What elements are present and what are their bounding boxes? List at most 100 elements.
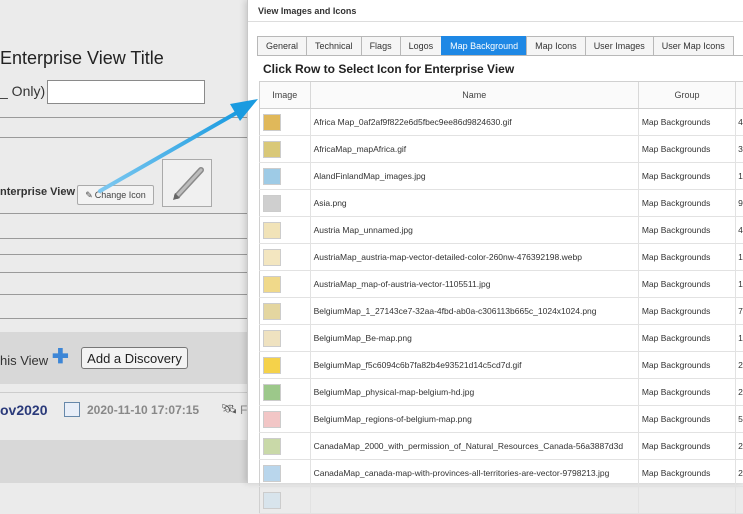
group-cell[interactable]: Map Backgrounds: [637, 190, 735, 216]
column-header-name[interactable]: Name: [309, 82, 638, 108]
table-row[interactable]: AlandFinlandMap_images.jpg Map Background…: [259, 163, 743, 190]
group-cell[interactable]: Map Backgrounds: [637, 244, 735, 270]
image-cell[interactable]: [259, 136, 310, 162]
column-header-image[interactable]: Image: [259, 82, 310, 108]
map-thumbnail-icon: [263, 329, 281, 347]
image-cell[interactable]: [259, 406, 310, 432]
group-cell[interactable]: Map Backgrounds: [637, 379, 735, 405]
extra-cell[interactable]: 7: [735, 298, 743, 324]
name-cell[interactable]: AlandFinlandMap_images.jpg: [309, 163, 638, 189]
table-row[interactable]: BelgiumMap_1_27143ce7-32aa-4fbd-ab0a-c30…: [259, 298, 743, 325]
extra-cell[interactable]: 2: [735, 433, 743, 459]
table-row[interactable]: CanadaMap_2000_with_permission_of_Natura…: [259, 433, 743, 460]
table-row[interactable]: Austria Map_unnamed.jpg Map Backgrounds 4: [259, 217, 743, 244]
image-cell[interactable]: [259, 460, 310, 486]
table-row[interactable]: Asia.png Map Backgrounds 9: [259, 190, 743, 217]
tab-map-background[interactable]: Map Background: [441, 36, 528, 55]
image-cell[interactable]: [259, 190, 310, 216]
extra-cell[interactable]: 2: [735, 379, 743, 405]
group-cell[interactable]: Map Backgrounds: [637, 460, 735, 486]
group-cell[interactable]: Map Backgrounds: [637, 271, 735, 297]
table-row[interactable]: Africa Map_0af2af9f822e6d5fbec9ee86d9824…: [259, 109, 743, 136]
name-cell[interactable]: Austria Map_unnamed.jpg: [309, 217, 638, 243]
group-cell[interactable]: Map Backgrounds: [637, 109, 735, 135]
name-cell[interactable]: BelgiumMap_f5c6094c6b7fa82b4e93521d14c5c…: [309, 352, 638, 378]
column-header-extra[interactable]: [735, 82, 743, 108]
map-thumbnail-icon: [263, 140, 281, 158]
group-cell[interactable]: Map Backgrounds: [637, 298, 735, 324]
extra-cell[interactable]: 4: [735, 217, 743, 243]
change-icon-button[interactable]: ✎ Change Icon: [77, 185, 154, 205]
image-cell[interactable]: [259, 163, 310, 189]
add-icon[interactable]: ✚: [52, 347, 69, 367]
name-cell[interactable]: AustriaMap_austria-map-vector-detailed-c…: [309, 244, 638, 270]
group-cell[interactable]: [637, 487, 735, 513]
name-cell[interactable]: CanadaMap_2000_with_permission_of_Natura…: [309, 433, 638, 459]
image-cell[interactable]: [259, 379, 310, 405]
tab-underline: [257, 55, 743, 56]
group-cell[interactable]: Map Backgrounds: [637, 163, 735, 189]
name-cell[interactable]: Africa Map_0af2af9f822e6d5fbec9ee86d9824…: [309, 109, 638, 135]
group-cell[interactable]: Map Backgrounds: [637, 406, 735, 432]
extra-cell[interactable]: 3: [735, 136, 743, 162]
map-thumbnail-icon: [263, 248, 281, 266]
table-row[interactable]: AustriaMap_austria-map-vector-detailed-c…: [259, 244, 743, 271]
change-icon-label: Change Icon: [94, 190, 146, 200]
group-cell[interactable]: Map Backgrounds: [637, 433, 735, 459]
view-images-dialog: View Images and Icons General Technical Fl…: [247, 0, 743, 514]
add-discovery-button[interactable]: Add a Discovery: [81, 347, 188, 369]
extra-cell[interactable]: 2: [735, 460, 743, 486]
image-cell[interactable]: [259, 298, 310, 324]
discovery-name[interactable]: ov2020: [0, 402, 47, 418]
image-cell[interactable]: [259, 433, 310, 459]
image-cell[interactable]: [259, 325, 310, 351]
image-cell[interactable]: [259, 487, 310, 513]
tab-user-map-icons[interactable]: User Map Icons: [652, 36, 734, 55]
name-cell[interactable]: BelgiumMap_Be-map.png: [309, 325, 638, 351]
extra-cell[interactable]: 1: [735, 325, 743, 351]
image-cell[interactable]: [259, 109, 310, 135]
divider: [0, 137, 250, 138]
table-row[interactable]: BelgiumMap_regions-of-belgium-map.png Map…: [259, 406, 743, 433]
name-cell[interactable]: CanadaMap_canada-map-with-provinces-all-…: [309, 460, 638, 486]
extra-cell[interactable]: 5: [735, 406, 743, 432]
group-cell[interactable]: Map Backgrounds: [637, 325, 735, 351]
extra-cell[interactable]: 1: [735, 271, 743, 297]
image-cell[interactable]: [259, 217, 310, 243]
map-thumbnail-icon: [263, 491, 281, 509]
extra-cell[interactable]: 4: [735, 109, 743, 135]
group-cell[interactable]: Map Backgrounds: [637, 352, 735, 378]
name-cell[interactable]: AustriaMap_map-of-austria-vector-1105511…: [309, 271, 638, 297]
table-row[interactable]: AfricaMap_mapAfrica.gif Map Backgrounds 3: [259, 136, 743, 163]
tab-map-icons[interactable]: Map Icons: [526, 36, 586, 55]
table-row[interactable]: BelgiumMap_Be-map.png Map Backgrounds 1: [259, 325, 743, 352]
tab-general[interactable]: General: [257, 36, 308, 55]
name-cell[interactable]: [309, 487, 638, 513]
group-cell[interactable]: Map Backgrounds: [637, 217, 735, 243]
extra-cell[interactable]: 2: [735, 352, 743, 378]
table-row[interactable]: BelgiumMap_physical-map-belgium-hd.jpg Ma…: [259, 379, 743, 406]
tab-logos[interactable]: Logos: [399, 36, 443, 55]
name-cell[interactable]: AfricaMap_mapAfrica.gif: [309, 136, 638, 162]
name-cell[interactable]: Asia.png: [309, 190, 638, 216]
extra-cell[interactable]: [735, 487, 743, 513]
table-row[interactable]: BelgiumMap_f5c6094c6b7fa82b4e93521d14c5c…: [259, 352, 743, 379]
column-header-group[interactable]: Group: [637, 82, 735, 108]
title-input[interactable]: [47, 80, 205, 104]
current-icon-preview[interactable]: [162, 159, 212, 207]
tab-technical[interactable]: Technical: [306, 36, 362, 55]
extra-cell[interactable]: 1: [735, 244, 743, 270]
extra-cell[interactable]: 1: [735, 163, 743, 189]
image-cell[interactable]: [259, 352, 310, 378]
image-cell[interactable]: [259, 271, 310, 297]
name-cell[interactable]: BelgiumMap_1_27143ce7-32aa-4fbd-ab0a-c30…: [309, 298, 638, 324]
extra-cell[interactable]: 9: [735, 190, 743, 216]
group-cell[interactable]: Map Backgrounds: [637, 136, 735, 162]
name-cell[interactable]: BelgiumMap_physical-map-belgium-hd.jpg: [309, 379, 638, 405]
tab-user-images[interactable]: User Images: [584, 36, 654, 55]
table-row[interactable]: [259, 487, 743, 514]
tab-flags[interactable]: Flags: [360, 36, 401, 55]
table-row[interactable]: AustriaMap_map-of-austria-vector-1105511…: [259, 271, 743, 298]
name-cell[interactable]: BelgiumMap_regions-of-belgium-map.png: [309, 406, 638, 432]
image-cell[interactable]: [259, 244, 310, 270]
